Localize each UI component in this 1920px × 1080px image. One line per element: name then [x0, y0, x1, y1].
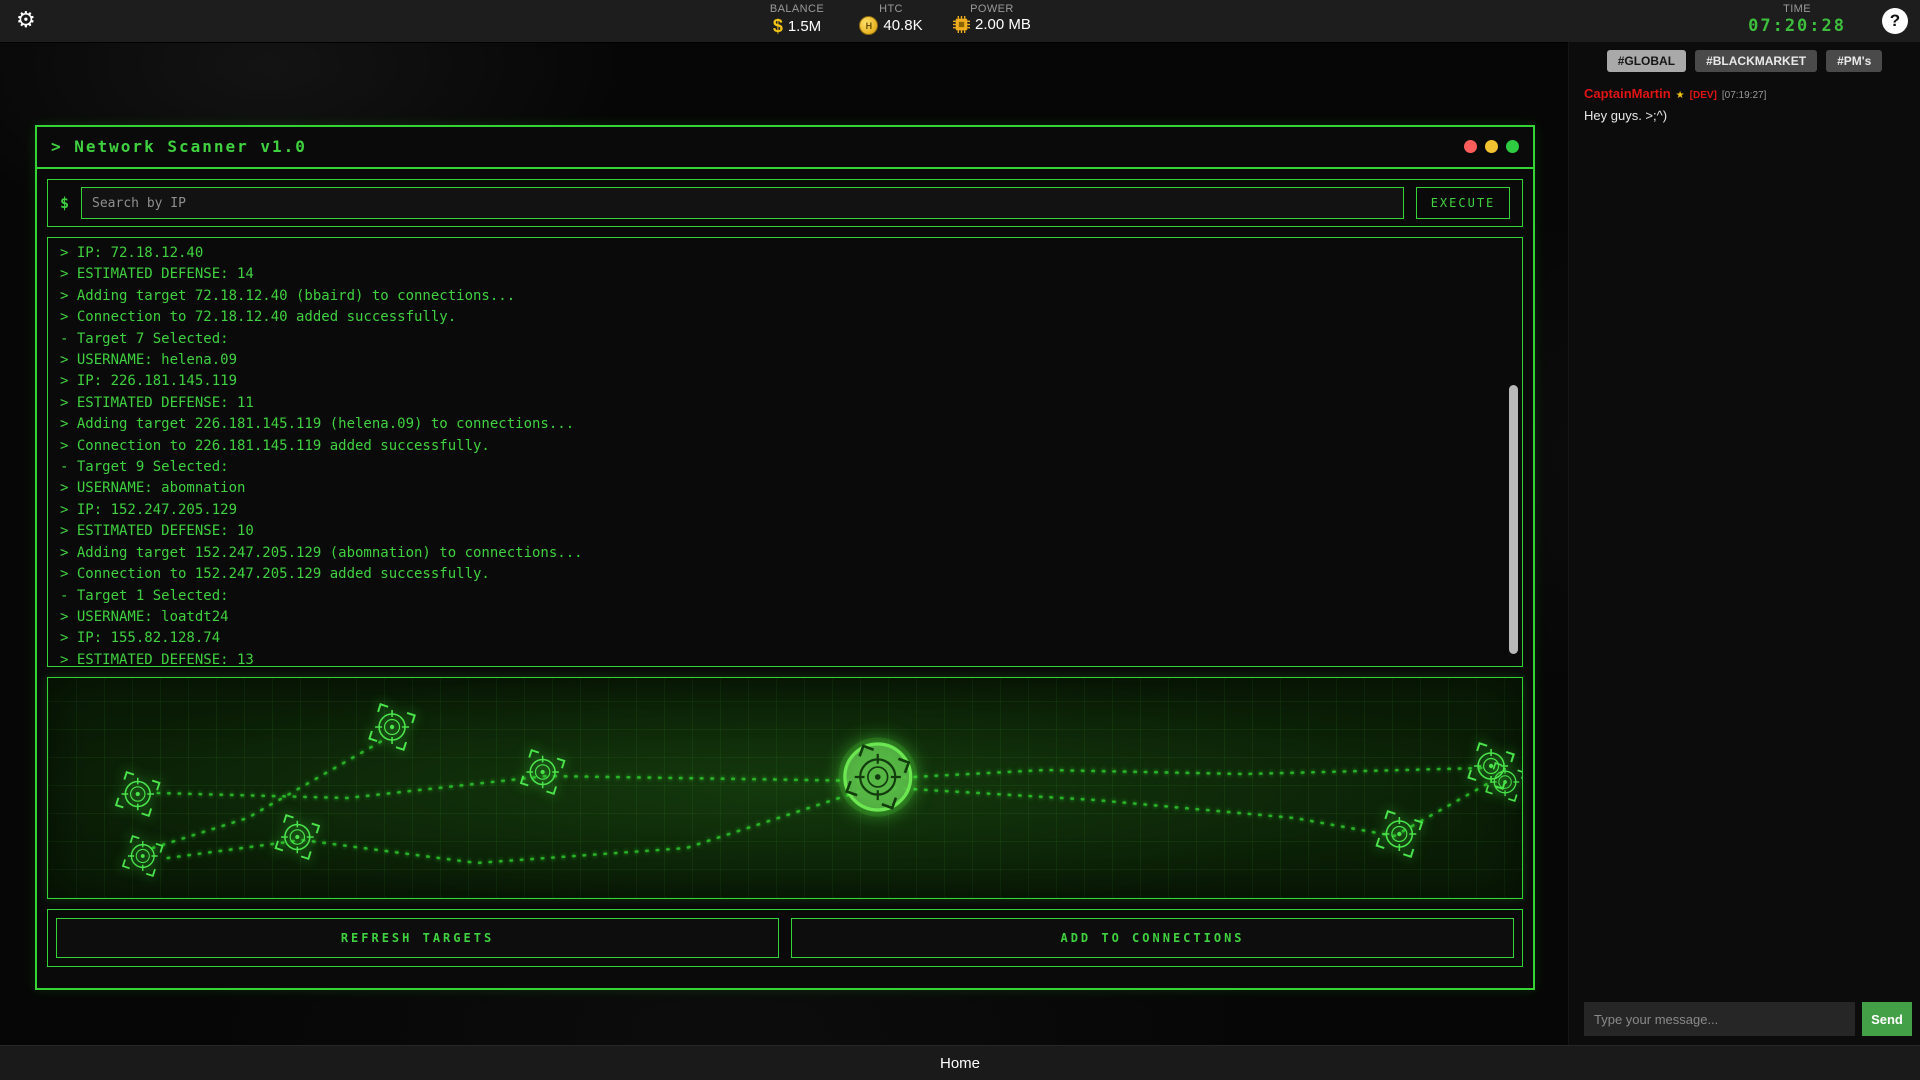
dollar-icon: $ [773, 16, 783, 37]
power-stat: POWER [953, 3, 1031, 37]
stats-group: BALANCE $ 1.5M HTC H 40.8K POWER [765, 3, 1031, 37]
network-node[interactable] [123, 836, 163, 876]
bottom-nav: Home [0, 1045, 1920, 1080]
settings-gear-icon[interactable]: ⚙ [16, 8, 36, 32]
network-map [47, 677, 1523, 899]
help-icon[interactable]: ? [1882, 8, 1908, 34]
minimize-dot-icon[interactable] [1485, 140, 1498, 153]
top-bar: ⚙ BALANCE $ 1.5M HTC H 40.8K POWER [0, 0, 1920, 43]
connection-trail [153, 738, 387, 848]
time-widget: TIME 07:20:28 [1748, 3, 1846, 36]
balance-value: 1.5M [788, 18, 821, 35]
terminal-line: > USERNAME: loatdt24 [60, 607, 1496, 628]
power-label: POWER [953, 3, 1031, 15]
terminal-line: > Adding target 152.247.205.129 (abomnat… [60, 543, 1496, 564]
time-value: 07:20:28 [1748, 16, 1846, 36]
htc-value: 40.8K [883, 17, 922, 34]
chip-icon [953, 16, 970, 33]
power-value: 2.00 MB [975, 16, 1031, 33]
connection-trail [168, 790, 864, 863]
window-controls [1464, 140, 1519, 153]
terminal-line: > IP: 152.247.205.129 [60, 500, 1496, 521]
chat-username[interactable]: CaptainMartin [1584, 86, 1671, 101]
balance-stat: BALANCE $ 1.5M [765, 3, 829, 37]
terminal-line: > IP: 72.18.12.40 [60, 243, 1496, 264]
chat-tab-pms[interactable]: #PM's [1826, 50, 1882, 72]
terminal-line: - Target 1 Selected: [60, 586, 1496, 607]
connection-trail [894, 768, 1482, 778]
window-title: > Network Scanner v1.0 [37, 127, 1533, 167]
execute-button[interactable]: EXECUTE [1416, 187, 1510, 219]
terminal-line: > IP: 226.181.145.119 [60, 371, 1496, 392]
send-button[interactable]: Send [1862, 1002, 1912, 1036]
network-map-svg [48, 678, 1522, 898]
chat-panel: #GLOBAL #BLACKMARKET #PM's CaptainMartin… [1568, 42, 1920, 1046]
network-node[interactable] [521, 750, 564, 793]
message-text: Hey guys. >;^) [1584, 108, 1920, 123]
terminal-line: > ESTIMATED DEFENSE: 14 [60, 264, 1496, 285]
terminal-scrollbar [1509, 242, 1518, 662]
terminal-line: > ESTIMATED DEFENSE: 11 [60, 393, 1496, 414]
htc-coin-icon: H [859, 16, 878, 35]
terminal-line: > Adding target 72.18.12.40 (bbaird) to … [60, 286, 1496, 307]
terminal-line: > Connection to 226.181.145.119 added su… [60, 436, 1496, 457]
terminal-line: > USERNAME: helena.09 [60, 350, 1496, 371]
terminal-output: > IP: 72.18.12.40> ESTIMATED DEFENSE: 14… [60, 243, 1496, 667]
network-node[interactable] [276, 815, 319, 858]
time-label: TIME [1748, 3, 1846, 15]
search-ip-input[interactable] [81, 187, 1404, 219]
star-icon: ★ [1676, 90, 1685, 101]
chat-tab-blackmarket[interactable]: #BLACKMARKET [1695, 50, 1817, 72]
window-header: > Network Scanner v1.0 [37, 127, 1533, 169]
network-scanner-window: > Network Scanner v1.0 $ EXECUTE > IP: 7… [35, 125, 1535, 990]
terminal-line: > IP: 155.82.128.74 [60, 628, 1496, 649]
chat-tabs: #GLOBAL #BLACKMARKET #PM's [1569, 50, 1920, 72]
maximize-dot-icon[interactable] [1506, 140, 1519, 153]
terminal-line: - Target 9 Selected: [60, 457, 1496, 478]
network-node[interactable] [369, 704, 414, 749]
shell-prompt: $ [60, 194, 69, 212]
terminal-line: > Adding target 226.181.145.119 (helena.… [60, 414, 1496, 435]
balance-label: BALANCE [765, 3, 829, 15]
chat-message: CaptainMartin ★ [DEV] [07:19:27] Hey guy… [1584, 86, 1920, 123]
app-root: ⚙ BALANCE $ 1.5M HTC H 40.8K POWER [0, 0, 1920, 1080]
refresh-targets-button[interactable]: REFRESH TARGETS [56, 918, 779, 958]
connection-trail [158, 776, 874, 798]
terminal-line: > Connection to 152.247.205.129 added su… [60, 564, 1496, 585]
chat-messages: CaptainMartin ★ [DEV] [07:19:27] Hey guy… [1569, 72, 1920, 123]
chat-message-input[interactable] [1584, 1002, 1855, 1036]
terminal-line: > USERNAME: abomnation [60, 478, 1496, 499]
nav-home-link[interactable]: Home [940, 1055, 980, 1072]
map-actions-row: REFRESH TARGETS ADD TO CONNECTIONS [47, 909, 1523, 967]
search-row: $ EXECUTE [47, 179, 1523, 227]
close-dot-icon[interactable] [1464, 140, 1477, 153]
network-node[interactable] [1377, 811, 1422, 856]
chat-tab-global[interactable]: #GLOBAL [1607, 50, 1686, 72]
hub-node[interactable] [838, 737, 917, 816]
message-timestamp: [07:19:27] [1722, 90, 1766, 101]
scrollbar-thumb[interactable] [1509, 385, 1518, 654]
terminal-panel: > IP: 72.18.12.40> ESTIMATED DEFENSE: 14… [47, 237, 1523, 667]
terminal-line: > Connection to 72.18.12.40 added succes… [60, 307, 1496, 328]
htc-stat: HTC H 40.8K [859, 3, 923, 37]
terminal-line: - Target 7 Selected: [60, 329, 1496, 350]
terminal-line: > ESTIMATED DEFENSE: 13 [60, 650, 1496, 667]
add-to-connections-button[interactable]: ADD TO CONNECTIONS [791, 918, 1514, 958]
terminal-line: > ESTIMATED DEFENSE: 10 [60, 521, 1496, 542]
htc-label: HTC [859, 3, 923, 15]
network-node[interactable] [116, 772, 159, 815]
dev-badge: [DEV] [1690, 90, 1717, 101]
chat-input-row: Send [1584, 1002, 1912, 1036]
